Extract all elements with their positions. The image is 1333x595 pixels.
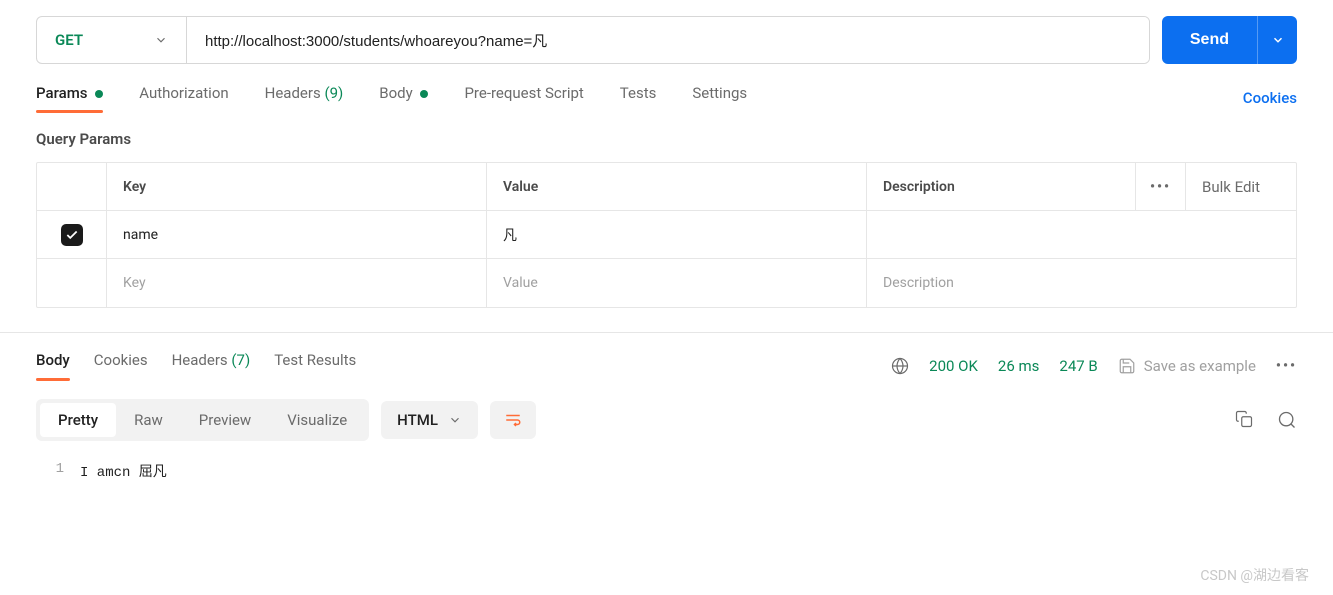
response-more-icon[interactable]: ••• [1276,358,1297,374]
tab-headers[interactable]: Headers (9) [265,84,344,112]
search-icon[interactable] [1277,410,1297,430]
format-label: HTML [397,411,438,429]
response-tab-test-results[interactable]: Test Results [274,351,356,381]
new-desc-input[interactable]: Description [867,259,1296,307]
table-more-icon[interactable]: ••• [1136,163,1186,210]
save-as-example-button[interactable]: Save as example [1118,357,1256,375]
tab-body-label: Body [379,84,412,102]
method-label: GET [55,31,83,49]
save-as-example-label: Save as example [1144,357,1256,375]
table-row: name 凡 [37,211,1296,259]
tab-params[interactable]: Params [36,84,103,112]
table-header-key: Key [107,163,487,210]
response-tab-body[interactable]: Body [36,351,70,381]
response-tab-headers-count: (7) [231,351,250,369]
response-size[interactable]: 247 B [1059,357,1097,375]
table-header-description: Description [867,163,1136,210]
row-value-cell[interactable]: 凡 [487,211,867,258]
url-input[interactable] [187,17,1149,63]
table-header-value: Value [487,163,867,210]
line-number: 1 [36,461,80,481]
row-checkbox[interactable] [61,224,83,246]
tab-headers-label: Headers [265,84,321,102]
new-value-input[interactable]: Value [487,259,867,307]
row-key-cell[interactable]: name [107,211,487,258]
tab-settings[interactable]: Settings [692,84,747,112]
dot-icon [420,90,428,98]
new-key-input[interactable]: Key [107,259,487,307]
tab-tests[interactable]: Tests [620,84,657,112]
table-row-new: Key Value Description [37,259,1296,307]
method-select[interactable]: GET [37,17,187,63]
response-body[interactable]: 1 I amcn 屈凡 [36,461,1297,481]
response-status[interactable]: 200 OK [929,357,978,375]
tab-body[interactable]: Body [379,84,428,112]
send-button[interactable]: Send [1162,16,1257,64]
cookies-link[interactable]: Cookies [1243,89,1297,107]
response-tab-headers-label: Headers [172,351,228,369]
response-time[interactable]: 26 ms [998,357,1039,375]
globe-icon[interactable] [891,357,909,375]
dot-icon [95,90,103,98]
chevron-down-icon [154,33,168,47]
new-row-check [37,259,107,307]
tab-authorization[interactable]: Authorization [139,84,228,112]
section-query-params: Query Params [36,130,1297,148]
wrap-lines-button[interactable] [490,401,536,439]
mode-pretty[interactable]: Pretty [40,403,116,437]
send-dropdown-button[interactable] [1257,16,1297,64]
format-select[interactable]: HTML [381,401,478,439]
mode-visualize[interactable]: Visualize [269,403,365,437]
tab-headers-count: (9) [324,84,343,102]
response-tab-cookies[interactable]: Cookies [94,351,148,381]
row-desc-cell[interactable] [867,211,1296,258]
table-header-check [37,163,107,210]
mode-preview[interactable]: Preview [181,403,269,437]
watermark: CSDN @湖边看客 [1200,565,1309,585]
bulk-edit-link[interactable]: Bulk Edit [1186,163,1296,210]
response-tab-headers[interactable]: Headers (7) [172,351,251,381]
view-mode-group: Pretty Raw Preview Visualize [36,399,369,441]
code-line: I amcn 屈凡 [80,461,167,481]
mode-raw[interactable]: Raw [116,403,181,437]
tab-params-label: Params [36,84,88,102]
params-table: Key Value Description ••• Bulk Edit name… [36,162,1297,308]
copy-icon[interactable] [1235,410,1253,430]
tab-prerequest[interactable]: Pre-request Script [464,84,583,112]
